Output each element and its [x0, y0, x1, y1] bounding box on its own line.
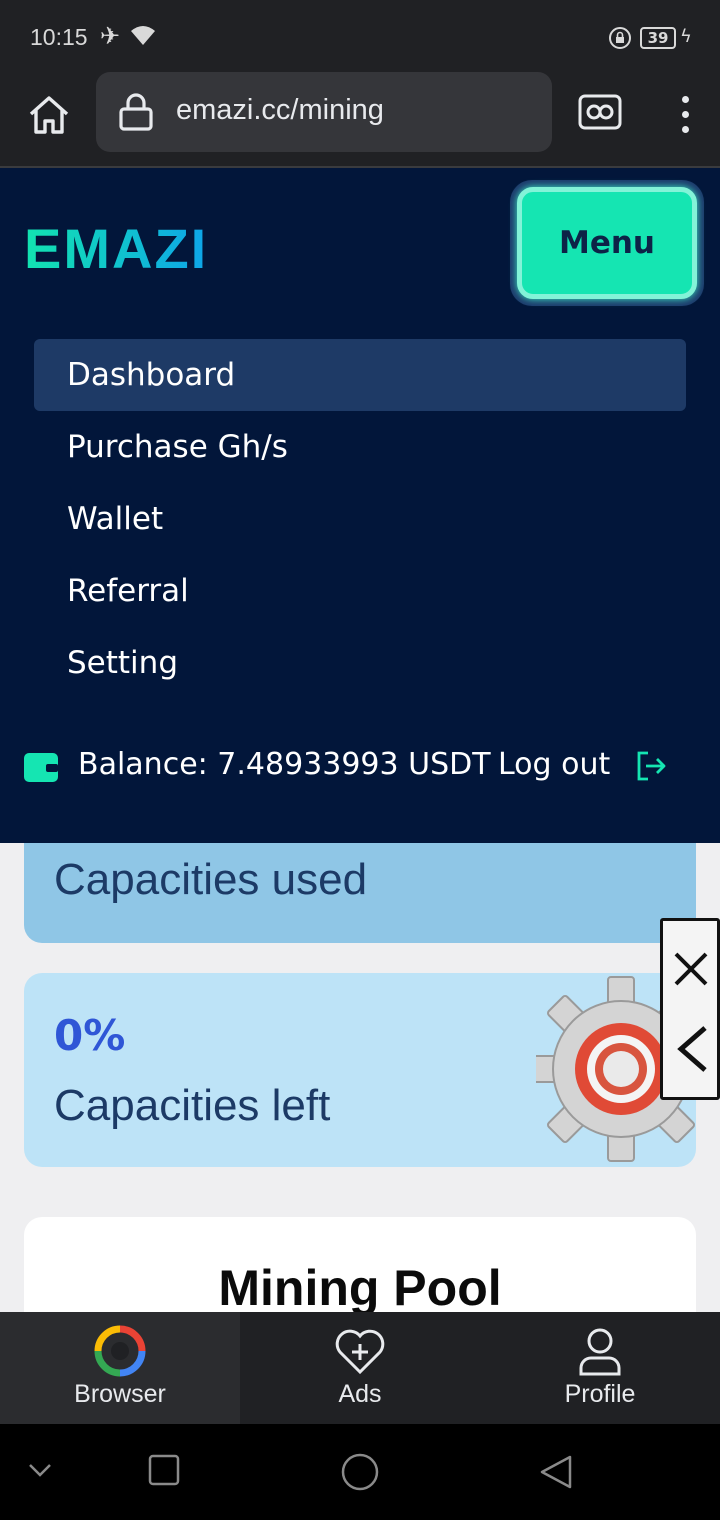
- bottom-nav: Browser Ads Profile: [0, 1312, 720, 1424]
- floating-side-widget: [660, 918, 720, 1100]
- chevron-left-icon[interactable]: [675, 1025, 709, 1073]
- recents-icon[interactable]: [148, 1454, 180, 1486]
- wifi-icon: [131, 26, 155, 45]
- capacities-left-percent: 0%: [54, 1011, 126, 1060]
- url-text: emazi.cc/mining: [176, 94, 384, 126]
- home-nav-icon[interactable]: [340, 1452, 380, 1492]
- nav-item-dashboard[interactable]: Dashboard: [34, 339, 686, 411]
- battery-icon: 39: [640, 27, 676, 49]
- capacities-used-card: Capacities used: [24, 843, 696, 943]
- chevron-down-icon[interactable]: [28, 1462, 52, 1478]
- back-nav-icon[interactable]: [538, 1454, 574, 1490]
- bottom-nav-browser[interactable]: Browser: [0, 1312, 240, 1424]
- logout-icon[interactable]: [634, 749, 668, 783]
- browser-icon: [94, 1325, 146, 1377]
- mining-pool-title: Mining Pool: [218, 1260, 502, 1312]
- profile-icon: [579, 1328, 621, 1376]
- site-logo[interactable]: EMAZI: [24, 216, 208, 281]
- site-nav: Dashboard Purchase Gh/s Wallet Referral …: [34, 339, 686, 699]
- site-header: EMAZI Menu Dashboard Purchase Gh/s Walle…: [0, 168, 720, 843]
- capacities-left-label: Capacities left: [54, 1081, 331, 1130]
- logout-link[interactable]: Log out: [498, 747, 610, 782]
- heart-plus-icon: [335, 1329, 385, 1375]
- more-options-icon[interactable]: [670, 92, 700, 138]
- main-content: Capacities used 0% Capacities left Minin…: [0, 843, 720, 1312]
- url-field[interactable]: emazi.cc/mining: [96, 72, 552, 152]
- nav-item-wallet[interactable]: Wallet: [34, 483, 686, 555]
- bottom-nav-ads-label: Ads: [338, 1380, 382, 1408]
- browser-toolbar: emazi.cc/mining: [0, 72, 720, 168]
- home-icon[interactable]: [26, 92, 72, 138]
- bottom-nav-ads[interactable]: Ads: [240, 1312, 480, 1424]
- system-nav-bar: [0, 1424, 720, 1520]
- status-time: 10:15: [30, 24, 88, 50]
- capacities-left-card: 0% Capacities left: [24, 973, 696, 1167]
- wallet-icon: [24, 753, 58, 782]
- nav-item-purchase[interactable]: Purchase Gh/s: [34, 411, 686, 483]
- charging-icon: ϟ: [680, 26, 692, 47]
- bottom-nav-profile[interactable]: Profile: [480, 1312, 720, 1424]
- lock-icon: [119, 93, 153, 131]
- close-icon[interactable]: [673, 951, 709, 987]
- nav-item-setting[interactable]: Setting: [34, 627, 686, 699]
- balance-text: Balance: 7.48933993 USDT: [78, 747, 491, 782]
- balance-row: Balance: 7.48933993 USDT Log out: [22, 743, 702, 789]
- menu-button-frame: Menu: [510, 180, 704, 306]
- bottom-nav-profile-label: Profile: [564, 1380, 636, 1408]
- airplane-mode-icon: ✈: [100, 22, 121, 50]
- menu-button[interactable]: Menu: [517, 187, 697, 299]
- capacities-used-label: Capacities used: [54, 855, 368, 904]
- incognito-tab-icon[interactable]: [578, 94, 622, 130]
- status-bar: 10:15 ✈ 39 ϟ: [0, 0, 720, 72]
- nav-item-referral[interactable]: Referral: [34, 555, 686, 627]
- battery-level: 39: [647, 29, 669, 47]
- bottom-nav-browser-label: Browser: [74, 1380, 166, 1408]
- rotation-lock-icon: [609, 27, 631, 49]
- mining-pool-card: Mining Pool: [24, 1217, 696, 1312]
